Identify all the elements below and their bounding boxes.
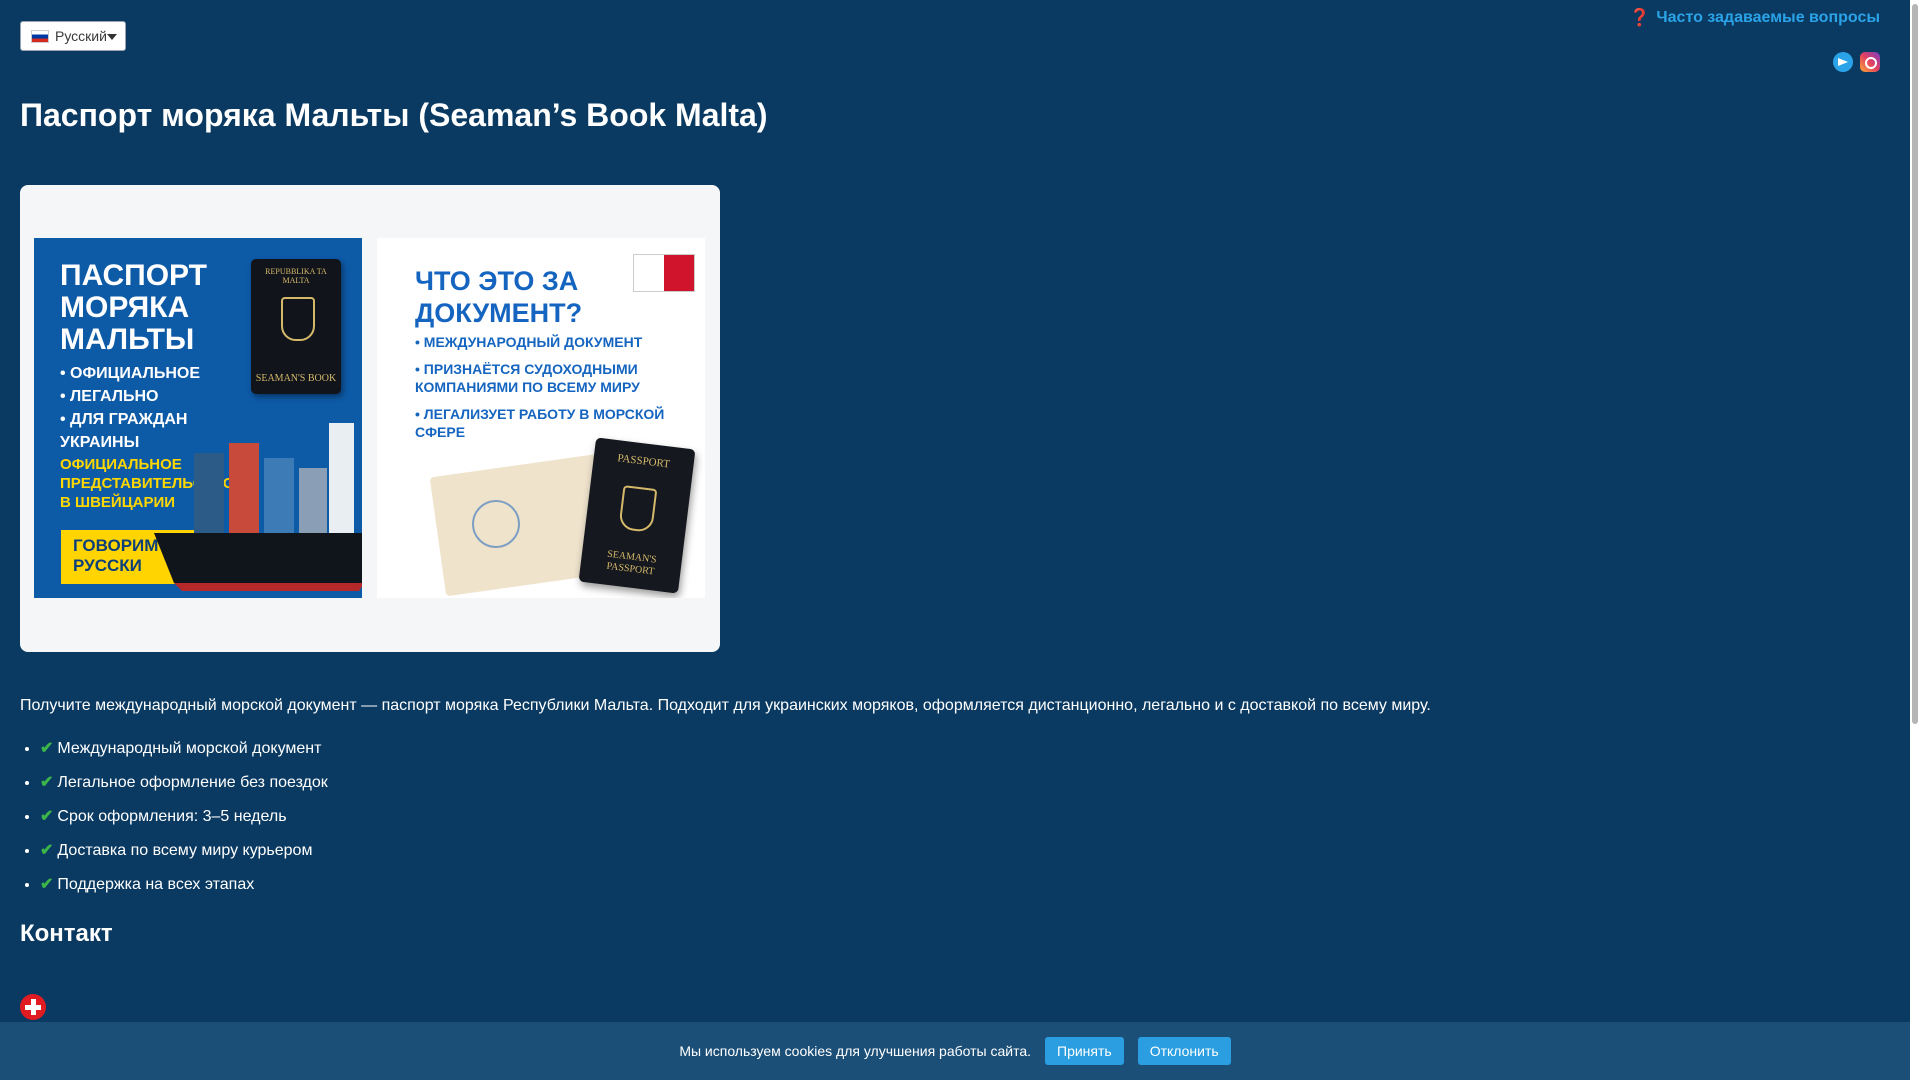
banner-right-bullet: • ЛЕГАЛИЗУЕТ РАБОТУ В МОРСКОЙ СФЕРЕ — [415, 406, 665, 440]
cookie-text: Мы используем cookies для улучшения рабо… — [679, 1043, 1032, 1059]
faq-link-label: Часто задаваемые вопросы — [1656, 9, 1880, 26]
list-item: ✔Поддержка на всех этапах — [40, 873, 328, 907]
language-label: Русский — [55, 28, 107, 44]
banner-left: ПАСПОРТ МОРЯКА МАЛЬТЫ • ОФИЦИАЛЬНОЕ • ЛЕ… — [34, 238, 362, 598]
check-icon: ✔ — [40, 740, 54, 757]
banner-left-bullet: • ЛЕГАЛЬНО — [60, 388, 159, 405]
cargo-ship-image — [154, 423, 362, 591]
banner-left-bullet: • ОФИЦИАЛЬНОЕ — [60, 365, 200, 382]
passport-bottom-text: SEAMAN'S PASSPORT — [605, 548, 658, 578]
page-title: Паспорт моряка Мальты (Seaman’s Book Mal… — [20, 97, 768, 133]
feature-text: Срок оформления: 3–5 недель — [57, 808, 287, 825]
features-list: ✔Международный морской документ ✔Легальн… — [20, 737, 328, 907]
accept-cookies-button[interactable]: Принять — [1045, 1037, 1124, 1065]
crest-icon — [281, 297, 315, 341]
russian-flag-icon — [31, 29, 49, 43]
chevron-down-icon — [107, 34, 117, 40]
list-item: ✔Легальное оформление без поездок — [40, 771, 328, 805]
feature-text: Легальное оформление без поездок — [57, 774, 328, 791]
passport-bottom-text: SEAMAN'S BOOK — [255, 373, 337, 384]
intro-text: Получите международный морской документ … — [20, 697, 1431, 714]
question-icon: ❓ — [1629, 8, 1651, 27]
seamans-passport-image: PASSPORT SEAMAN'S PASSPORT — [578, 437, 696, 594]
crest-icon — [618, 485, 658, 533]
scrollbar-thumb[interactable] — [1912, 4, 1918, 724]
swiss-flag-icon — [20, 994, 46, 1020]
cookie-banner: Мы используем cookies для улучшения рабо… — [0, 1022, 1910, 1080]
passport-top-text: PASSPORT — [616, 452, 671, 471]
passport-top-text: REPUBBLIKA TA MALTA — [265, 267, 327, 285]
feature-text: Международный морской документ — [57, 740, 322, 757]
banner-right: ЧТО ЭТО ЗА ДОКУМЕНТ? • МЕЖДУНАРОДНЫЙ ДОК… — [377, 238, 705, 598]
feature-text: Поддержка на всех этапах — [57, 876, 255, 893]
check-icon: ✔ — [40, 842, 54, 859]
feature-text: Доставка по всему миру курьером — [57, 842, 313, 859]
malta-flag-icon — [633, 254, 695, 292]
stamp-icon — [472, 500, 520, 548]
list-item: ✔Доставка по всему миру курьером — [40, 839, 328, 873]
banner-right-bullet: • ПРИЗНАЁТСЯ СУДОХОДНЫМИ КОМПАНИЯМИ ПО В… — [415, 361, 640, 395]
contact-heading: Контакт — [20, 920, 113, 947]
instagram-icon[interactable] — [1860, 52, 1880, 72]
seamans-book-image: REPUBBLIKA TA MALTA SEAMAN'S BOOK — [251, 259, 341, 394]
language-select[interactable]: Русский — [20, 21, 126, 51]
banner-card: ПАСПОРТ МОРЯКА МАЛЬТЫ • ОФИЦИАЛЬНОЕ • ЛЕ… — [20, 185, 720, 652]
banner-right-title: ЧТО ЭТО ЗА ДОКУМЕНТ? — [415, 266, 583, 328]
telegram-icon[interactable] — [1833, 52, 1853, 72]
banner-right-bullets: • МЕЖДУНАРОДНЫЙ ДОКУМЕНТ • ПРИЗНАЁТСЯ СУ… — [415, 333, 675, 450]
faq-link[interactable]: ❓ Часто задаваемые вопросы — [1629, 8, 1880, 28]
check-icon: ✔ — [40, 774, 54, 791]
check-icon: ✔ — [40, 876, 54, 893]
decline-cookies-button[interactable]: Отклонить — [1137, 1037, 1231, 1065]
check-icon: ✔ — [40, 808, 54, 825]
list-item: ✔Международный морской документ — [40, 737, 328, 771]
scrollbar[interactable] — [1910, 0, 1920, 1080]
social-links — [1833, 52, 1880, 72]
list-item: ✔Срок оформления: 3–5 недель — [40, 805, 328, 839]
banner-right-bullet: • МЕЖДУНАРОДНЫЙ ДОКУМЕНТ — [415, 334, 643, 350]
banner-left-title: ПАСПОРТ МОРЯКА МАЛЬТЫ — [60, 259, 207, 356]
